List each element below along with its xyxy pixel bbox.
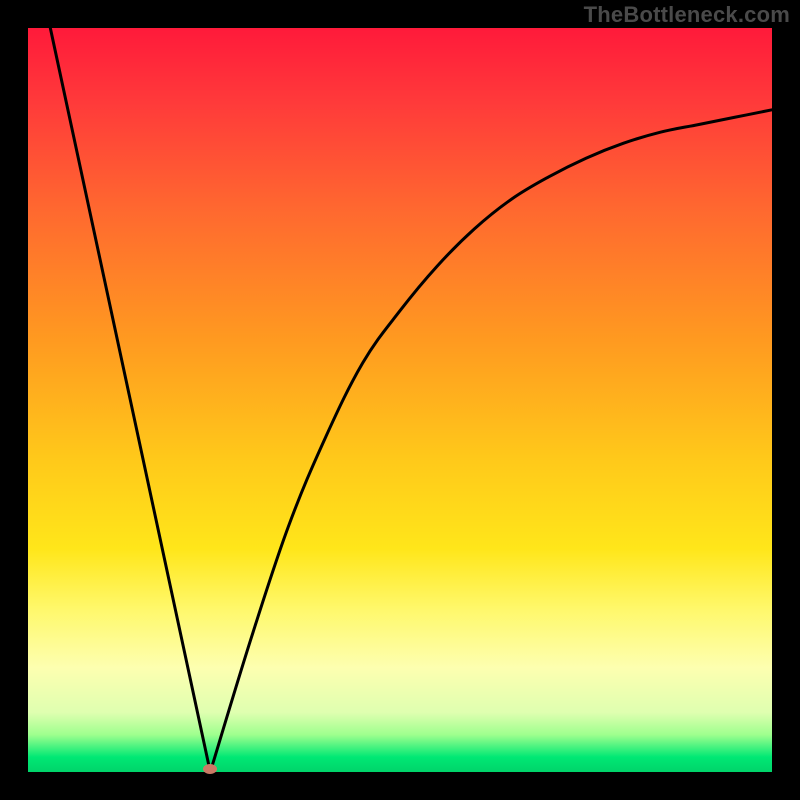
chart-curve-layer xyxy=(28,28,772,772)
chart-frame: TheBottleneck.com xyxy=(0,0,800,800)
curve-left-branch xyxy=(50,28,210,772)
vertex-marker xyxy=(203,764,217,774)
curve-right-branch xyxy=(210,110,772,772)
watermark-text: TheBottleneck.com xyxy=(584,2,790,28)
plot-area xyxy=(28,28,772,772)
